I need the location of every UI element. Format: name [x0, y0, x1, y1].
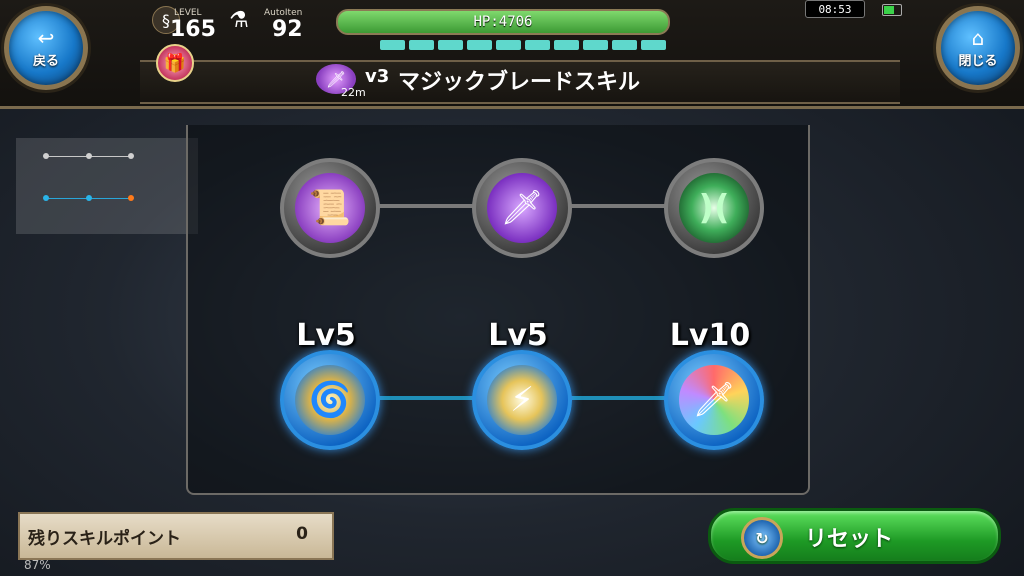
reset-button[interactable]: ↻ リセット — [708, 508, 1001, 564]
hp-bar: HP:4706 — [336, 9, 670, 35]
progress-percent: 87% — [24, 558, 51, 572]
level-value: 165 — [170, 17, 216, 42]
skill-level-label: Lv5 — [296, 318, 356, 353]
mp-segment — [496, 40, 521, 50]
light-slash-icon: ⚡ — [487, 365, 557, 435]
mp-segment — [409, 40, 434, 50]
skill-node-scroll-ring[interactable]: 📜 — [280, 158, 380, 258]
legend-dot — [128, 195, 134, 201]
legend-dot — [128, 153, 134, 159]
skill-node-rainbow-sword[interactable]: 🗡 — [664, 350, 764, 450]
autoitem-value: 92 — [272, 17, 303, 42]
mp-segment — [554, 40, 579, 50]
rainbow-sword-icon: 🗡 — [679, 365, 749, 435]
home-icon: ⌂ — [971, 25, 985, 50]
clock-text: 08:53 — [818, 2, 852, 16]
mp-segment — [438, 40, 463, 50]
clock: 08:53 — [805, 0, 865, 18]
title-version: v3 — [365, 66, 390, 87]
connector-row2-b — [566, 396, 666, 400]
mp-segment — [380, 40, 405, 50]
mp-segment — [641, 40, 666, 50]
legend-dot — [86, 153, 92, 159]
potion-icon[interactable]: ⚗ — [226, 8, 252, 36]
legend-panel — [16, 138, 198, 234]
frame-divider — [0, 106, 1024, 109]
reset-button-label: リセット — [805, 527, 894, 552]
green-wave-icon: )( — [679, 173, 749, 243]
skill-node-wind-swirl[interactable]: 🌀 — [280, 350, 380, 450]
battery-icon — [882, 4, 902, 16]
back-arrow-icon: ↩ — [37, 25, 55, 50]
back-button-label: 戻る — [32, 53, 59, 69]
skill-points-label: 残りスキルポイント — [28, 529, 181, 549]
skill-node-light-slash[interactable]: ⚡ — [472, 350, 572, 450]
close-button[interactable]: ⌂ 閉じる — [936, 6, 1020, 90]
distance-label: 22m — [341, 86, 366, 99]
skill-node-green-wave[interactable]: )( — [664, 158, 764, 258]
gift-icon[interactable]: 🎁 — [156, 44, 194, 82]
scroll-ring-icon: 📜 — [295, 173, 365, 243]
wind-swirl-icon: 🌀 — [295, 365, 365, 435]
mp-segment — [583, 40, 608, 50]
connector-row1-b — [566, 204, 666, 208]
close-button-label: 閉じる — [958, 53, 998, 69]
skill-node-magic-sword[interactable]: 🗡 — [472, 158, 572, 258]
skill-points-value: 0 — [296, 524, 308, 544]
legend-dot — [43, 153, 49, 159]
skill-points-box: 残りスキルポイント 0 — [18, 512, 334, 560]
legend-dot — [86, 195, 92, 201]
connector-row2-a — [374, 396, 474, 400]
page-title: マジックブレードスキル — [398, 70, 641, 95]
magic-sword-icon: 🗡 — [487, 173, 557, 243]
back-button[interactable]: ↩ 戻る — [4, 6, 88, 90]
mp-segment — [612, 40, 637, 50]
skill-level-label: Lv5 — [488, 318, 548, 353]
connector-row1-a — [374, 204, 474, 208]
hp-text: HP:4706 — [473, 14, 533, 30]
skill-level-label: Lv10 — [669, 318, 751, 353]
reset-icon: ↻ — [741, 517, 783, 559]
mp-segment — [525, 40, 550, 50]
mp-segment — [467, 40, 492, 50]
legend-dot — [43, 195, 49, 201]
